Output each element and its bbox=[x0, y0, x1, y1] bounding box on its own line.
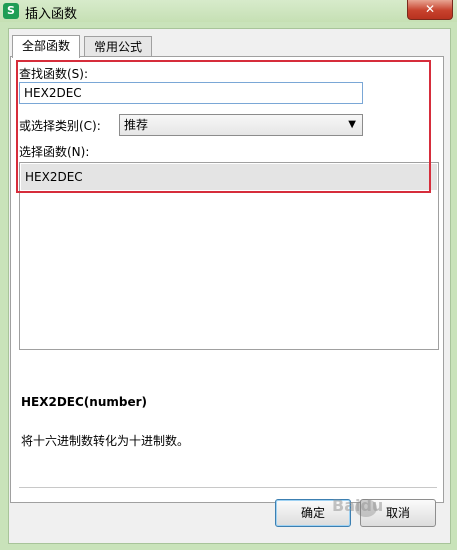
function-listbox[interactable]: HEX2DEC bbox=[19, 162, 439, 350]
list-item[interactable]: HEX2DEC bbox=[21, 164, 437, 190]
tab-label: 常用公式 bbox=[94, 40, 143, 54]
category-label: 或选择类别(C): bbox=[19, 119, 101, 133]
search-input[interactable]: HEX2DEC bbox=[19, 82, 363, 104]
watermark: Baidu bbox=[332, 496, 384, 515]
title-bar: S 插入函数 ✕ bbox=[0, 0, 457, 22]
window-title: 插入函数 bbox=[25, 7, 78, 22]
cancel-button-label: 取消 bbox=[385, 506, 410, 520]
category-value: 推荐 bbox=[124, 118, 149, 132]
chevron-down-icon: ▼ bbox=[348, 119, 356, 130]
function-description: 将十六进制数转化为十进制数。 bbox=[21, 434, 190, 448]
search-label: 查找函数(S): bbox=[19, 67, 89, 81]
tab-common-formulas[interactable]: 常用公式 bbox=[84, 36, 153, 57]
tab-panel: 查找函数(S): HEX2DEC 或选择类别(C): 推荐 ▼ 选择函数(N):… bbox=[10, 56, 444, 503]
close-button[interactable]: ✕ bbox=[407, 0, 453, 20]
category-select[interactable]: 推荐 ▼ bbox=[119, 114, 363, 136]
close-icon: ✕ bbox=[424, 2, 436, 16]
tab-all-functions[interactable]: 全部函数 bbox=[12, 35, 81, 58]
app-icon: S bbox=[3, 3, 19, 19]
tab-label: 全部函数 bbox=[22, 39, 71, 53]
insert-function-dialog: 全部函数 常用公式 查找函数(S): HEX2DEC 或选择类别(C): 推荐 … bbox=[8, 28, 451, 544]
ok-button-label: 确定 bbox=[300, 506, 325, 520]
function-signature: HEX2DEC(number) bbox=[21, 395, 148, 409]
divider bbox=[19, 487, 437, 488]
function-list-label: 选择函数(N): bbox=[19, 145, 90, 159]
